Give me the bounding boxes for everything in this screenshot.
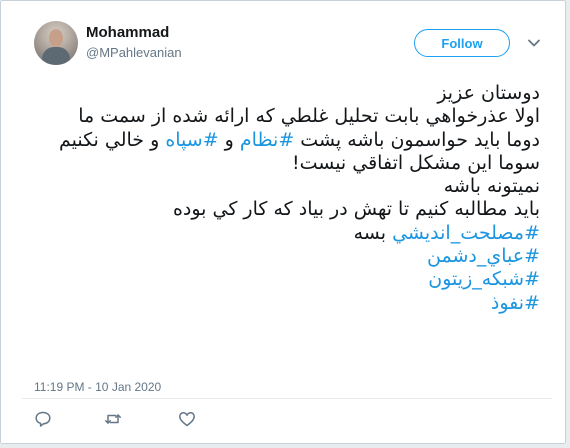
tweet-timestamp[interactable]: 11:19 PM - 10 Jan 2020 bbox=[34, 380, 161, 394]
retweet-icon[interactable] bbox=[104, 410, 122, 428]
avatar-body bbox=[42, 47, 70, 65]
tweet-text: دوستان عزیز اولا عذرخواهي بابت تحليل غلط… bbox=[34, 82, 540, 315]
tweet-line: #شبکه_زيتون bbox=[34, 268, 540, 291]
chevron-down-icon[interactable] bbox=[527, 36, 541, 50]
hashtag-link[interactable]: #شبکه_زيتون bbox=[428, 268, 540, 290]
window-edge-right bbox=[566, 0, 570, 448]
divider bbox=[22, 398, 552, 399]
tweet-line: دوما بايد حواسمون باشه پشت #نظام و #سپاه… bbox=[34, 129, 540, 152]
tweet-line: بايد مطالبه کنيم تا تهش در بياد که کار ک… bbox=[172, 198, 540, 221]
follow-button[interactable]: Follow bbox=[414, 29, 510, 57]
hashtag-link[interactable]: #نظام bbox=[240, 129, 294, 151]
hashtag-link[interactable]: #سپاه bbox=[165, 129, 218, 151]
comment-icon[interactable] bbox=[34, 410, 52, 428]
user-handle[interactable]: @MPahlevanian bbox=[86, 45, 182, 60]
tweet-line: دوستان عزیز bbox=[437, 82, 540, 104]
hashtag-link[interactable]: #عباي_دشمن bbox=[427, 245, 540, 267]
tweet-line: #عباي_دشمن bbox=[34, 245, 540, 268]
window-edge-bottom bbox=[0, 444, 570, 448]
tweet-text-segment: و خالي نکنيم bbox=[58, 128, 166, 151]
tweet-line: #مصلحت_انديشي بسه bbox=[34, 222, 540, 245]
tweet-text-segment: بسه bbox=[353, 221, 393, 244]
tweet-text-segment: دوما بايد حواسمون باشه پشت bbox=[294, 128, 540, 151]
tweet-line: #نفوذ bbox=[34, 292, 540, 315]
hashtag-link[interactable]: #مصلحت_انديشي bbox=[392, 222, 540, 244]
tweet-line: نميتونه باشه bbox=[443, 175, 540, 198]
tweet-line: اولا عذرخواهي بابت تحليل غلطي که ارائه ش… bbox=[78, 105, 540, 128]
tweet-line: سوما اين مشکل اتفاقي نيست! bbox=[291, 151, 540, 174]
heart-icon[interactable] bbox=[178, 410, 196, 428]
hashtag-link[interactable]: #نفوذ bbox=[491, 292, 540, 314]
display-name[interactable]: Mohammad bbox=[86, 24, 169, 41]
avatar[interactable] bbox=[34, 21, 78, 65]
tweet-text-segment: و bbox=[218, 128, 240, 151]
avatar-face bbox=[49, 29, 63, 47]
